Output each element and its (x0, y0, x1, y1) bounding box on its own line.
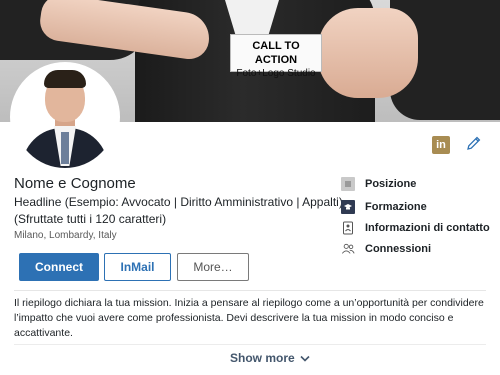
sidebar-item-label: Informazioni di contatto (365, 222, 490, 234)
pencil-icon[interactable] (466, 135, 486, 155)
profile-location: Milano, Lombardy, Italy (14, 230, 117, 241)
inmail-button[interactable]: InMail (104, 253, 171, 281)
show-more-label: Show more (230, 351, 295, 365)
sidebar-item-label: Posizione (365, 178, 417, 190)
banner-business-card: CALL TO ACTION Foto+Logo Studio (230, 34, 322, 79)
sidebar-item-label: Formazione (365, 201, 427, 213)
connect-button[interactable]: Connect (19, 253, 99, 281)
summary-divider (14, 344, 486, 345)
banner-holding-hand (318, 8, 418, 98)
sidebar-item-label: Connessioni (365, 243, 432, 255)
profile-headline: Headline (Esempio: Avvocato | Diritto Am… (14, 194, 344, 228)
avatar-hair (44, 70, 86, 88)
show-more-button[interactable]: Show more (230, 351, 310, 365)
sidebar-item-position[interactable]: Posizione (341, 175, 416, 193)
education-icon (341, 200, 355, 214)
sidebar-item-connections[interactable]: Connessioni (341, 240, 431, 258)
linkedin-icon[interactable]: in (432, 136, 450, 154)
contact-info-icon (341, 221, 355, 235)
headline-line-2: (Sfruttate tutti i 120 caratteri) (14, 212, 167, 226)
sidebar-item-contact-info[interactable]: Informazioni di contatto (341, 219, 490, 237)
avatar-tie (61, 132, 69, 164)
headline-line-1: Headline (Esempio: Avvocato | Diritto Am… (14, 195, 343, 209)
chevron-down-icon (300, 355, 310, 362)
connections-icon (341, 242, 355, 256)
profile-name: Nome e Cognome (14, 175, 136, 192)
section-divider (14, 290, 486, 291)
more-button[interactable]: More… (177, 253, 249, 281)
position-icon (341, 177, 355, 191)
avatar[interactable] (10, 62, 120, 172)
sidebar-item-education[interactable]: Formazione (341, 198, 427, 216)
card-title: CALL TO ACTION (252, 40, 300, 66)
profile-page: CALL TO ACTION Foto+Logo Studio in Nome … (0, 0, 500, 375)
card-subtitle: Foto+Logo Studio (236, 68, 316, 79)
profile-summary: Il riepilogo dichiara la tua mission. In… (14, 297, 484, 339)
